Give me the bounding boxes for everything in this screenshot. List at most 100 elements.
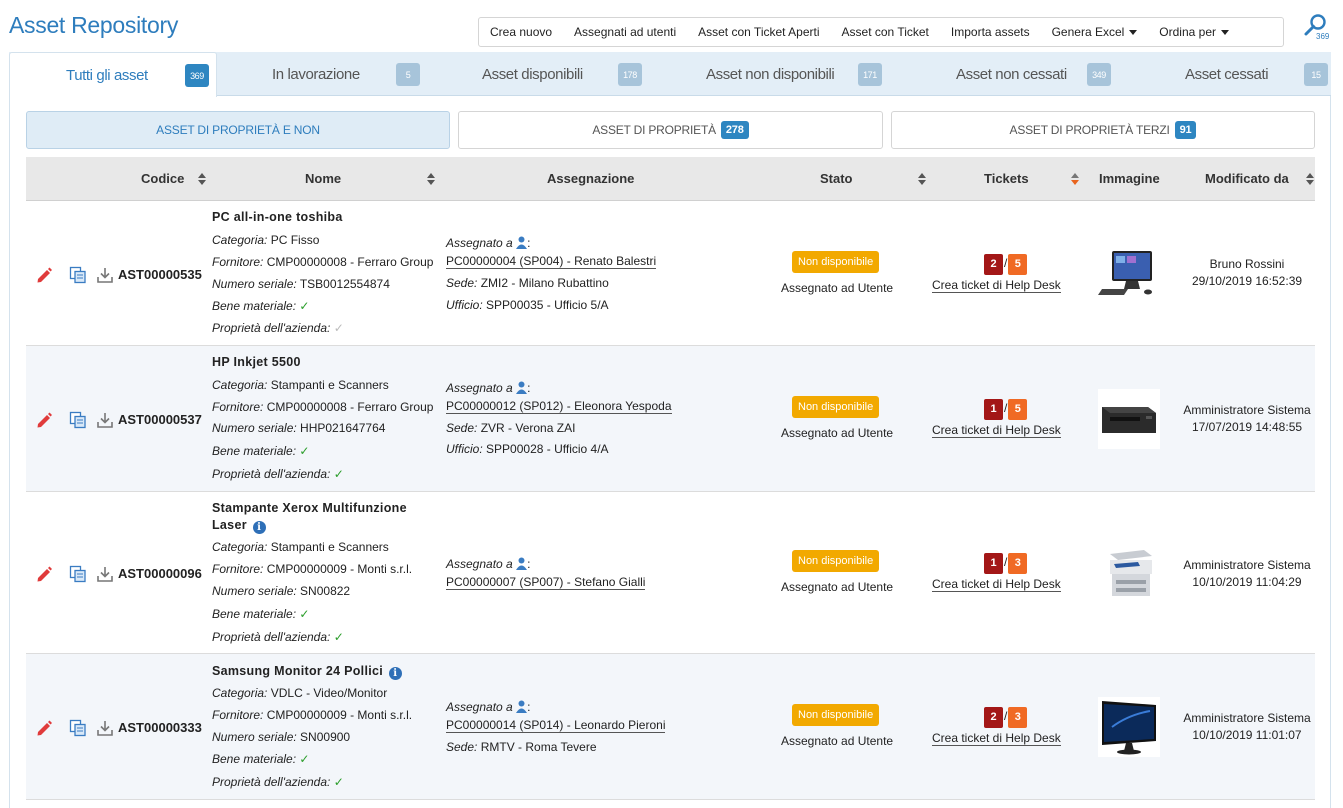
pencil-icon[interactable] bbox=[35, 411, 53, 429]
total-tickets-count: 5 bbox=[1008, 399, 1028, 420]
assignee-link[interactable]: PC00000012 (SP012) - Eleonora Yespoda bbox=[446, 399, 672, 414]
status-text: Assegnato ad Utente bbox=[781, 426, 894, 440]
column-header-modified-by[interactable]: Modificato da bbox=[1205, 171, 1289, 186]
order-by-label: Ordina per bbox=[1159, 25, 1216, 39]
asset-name[interactable]: Stampante Xerox Multifunzione bbox=[212, 500, 407, 517]
filter-count-badge: 91 bbox=[1174, 121, 1197, 139]
asset-name-cont[interactable]: Laser i bbox=[212, 517, 266, 534]
ticket-counts[interactable]: 1/3 bbox=[984, 553, 1028, 574]
column-header-status[interactable]: Stato bbox=[820, 171, 853, 186]
copy-icon[interactable] bbox=[69, 719, 87, 737]
material-label: Bene materiale: bbox=[212, 607, 297, 621]
asset-code[interactable]: AST00000535 bbox=[118, 267, 202, 282]
check-icon: ✓ bbox=[299, 444, 310, 458]
tab-count-badge: 178 bbox=[618, 63, 642, 86]
generate-excel-dropdown[interactable]: Genera Excel bbox=[1041, 18, 1149, 46]
tab-decommissioned[interactable]: Asset cessati 15 bbox=[1119, 52, 1331, 96]
assignee-link[interactable]: PC00000007 (SP007) - Stefano Gialli bbox=[446, 575, 646, 590]
ticket-counts[interactable]: 1/5 bbox=[984, 399, 1028, 420]
modified-by: Amministratore Sistema bbox=[1183, 403, 1311, 417]
slash: / bbox=[1004, 256, 1008, 270]
assignee-link[interactable]: PC00000004 (SP004) - Renato Balestri bbox=[446, 254, 657, 269]
check-icon: ✓ bbox=[333, 467, 344, 481]
tab-label: In lavorazione bbox=[272, 66, 360, 83]
new-asset-button[interactable]: Crea nuovo bbox=[479, 18, 563, 46]
multifunction-printer-image[interactable] bbox=[1098, 544, 1160, 604]
create-ticket-link[interactable]: Crea ticket di Help Desk bbox=[932, 278, 1061, 293]
material-label: Bene materiale: bbox=[212, 299, 297, 313]
all-in-one-pc-image[interactable] bbox=[1098, 245, 1160, 305]
open-tickets-count: 2 bbox=[984, 707, 1003, 728]
serial-label: Numero seriale: bbox=[212, 421, 297, 435]
download-icon[interactable] bbox=[96, 266, 114, 284]
category-label: Categoria: bbox=[212, 233, 268, 247]
column-header-code[interactable]: Codice bbox=[141, 171, 184, 186]
asset-name[interactable]: PC all-in-one toshiba bbox=[212, 209, 343, 226]
sort-icon[interactable] bbox=[198, 173, 206, 185]
office-label: Ufficio: bbox=[446, 298, 483, 312]
site-value: ZVR - Verona ZAI bbox=[480, 421, 576, 435]
user-icon bbox=[516, 557, 528, 570]
inkjet-printer-image[interactable] bbox=[1098, 389, 1160, 449]
asset-code[interactable]: AST00000333 bbox=[118, 720, 202, 735]
tab-all-assets[interactable]: Tutti gli asset 369 bbox=[9, 52, 217, 97]
copy-icon[interactable] bbox=[69, 266, 87, 284]
info-icon[interactable]: i bbox=[388, 667, 402, 680]
sort-icon[interactable] bbox=[1306, 173, 1314, 185]
create-ticket-link[interactable]: Crea ticket di Help Desk bbox=[932, 577, 1061, 592]
download-icon[interactable] bbox=[96, 565, 114, 583]
tab-count-badge: 15 bbox=[1304, 63, 1328, 86]
ticket-counts[interactable]: 2/5 bbox=[984, 254, 1028, 275]
asset-code[interactable]: AST00000537 bbox=[118, 412, 202, 427]
column-header-assignment: Assegnazione bbox=[547, 171, 635, 186]
office-value: SPP00028 - Ufficio 4/A bbox=[486, 442, 609, 456]
asset-name: Samsung Monitor 24 Pollici bbox=[212, 664, 384, 678]
asset-code[interactable]: AST00000096 bbox=[118, 566, 202, 581]
ticket-counts[interactable]: 2/3 bbox=[984, 707, 1028, 728]
category-label: Categoria: bbox=[212, 540, 268, 554]
property-label: Proprietà dell'azienda: bbox=[212, 321, 331, 335]
sort-desc-icon[interactable] bbox=[1071, 173, 1079, 185]
info-icon[interactable]: i bbox=[252, 521, 266, 534]
tab-in-progress[interactable]: In lavorazione 5 bbox=[219, 52, 429, 96]
copy-icon[interactable] bbox=[69, 411, 87, 429]
download-icon[interactable] bbox=[96, 719, 114, 737]
asset-name[interactable]: HP Inkjet 5500 bbox=[212, 354, 301, 371]
monitor-image[interactable] bbox=[1098, 697, 1160, 757]
sort-icon[interactable] bbox=[918, 173, 926, 185]
sort-icon[interactable] bbox=[427, 173, 435, 185]
status-badge: Non disponibile bbox=[792, 396, 880, 418]
filter-third-party[interactable]: ASSET DI PROPRIETÀ TERZI 91 bbox=[891, 111, 1315, 149]
tab-not-decommissioned[interactable]: Asset non cessati 349 bbox=[897, 52, 1117, 96]
colon: : bbox=[527, 381, 531, 395]
assignee-link[interactable]: PC00000014 (SP014) - Leonardo Pieroni bbox=[446, 718, 666, 733]
tab-available[interactable]: Asset disponibili 178 bbox=[431, 52, 651, 96]
filter-owned[interactable]: ASSET DI PROPRIETÀ 278 bbox=[458, 111, 883, 149]
create-ticket-link[interactable]: Crea ticket di Help Desk bbox=[932, 731, 1061, 746]
toolbar: Crea nuovo Assegnati ad utenti Asset con… bbox=[478, 17, 1284, 47]
filter-all-ownership[interactable]: ASSET DI PROPRIETÀ E NON bbox=[26, 111, 450, 149]
pencil-icon[interactable] bbox=[35, 719, 53, 737]
modified-at: 17/07/2019 14:48:55 bbox=[1191, 420, 1303, 434]
tab-unavailable[interactable]: Asset non disponibili 171 bbox=[653, 52, 895, 96]
supplier-value: CMP00000008 - Ferraro Group bbox=[266, 255, 434, 269]
site-label: Sede: bbox=[446, 421, 478, 435]
material-label: Bene materiale: bbox=[212, 444, 297, 458]
import-assets-button[interactable]: Importa assets bbox=[940, 18, 1041, 46]
create-ticket-link[interactable]: Crea ticket di Help Desk bbox=[932, 423, 1061, 438]
assigned-to-users-button[interactable]: Assegnati ad utenti bbox=[563, 18, 687, 46]
with-tickets-button[interactable]: Asset con Ticket bbox=[831, 18, 940, 46]
order-by-dropdown[interactable]: Ordina per bbox=[1148, 18, 1240, 46]
supplier-value: CMP00000009 - Monti s.r.l. bbox=[266, 708, 413, 722]
modified-by: Bruno Rossini bbox=[1209, 257, 1285, 271]
column-header-name[interactable]: Nome bbox=[305, 171, 341, 186]
column-header-tickets[interactable]: Tickets bbox=[984, 171, 1029, 186]
download-icon[interactable] bbox=[96, 411, 114, 429]
pencil-icon[interactable] bbox=[35, 266, 53, 284]
serial-value: TSB0012554874 bbox=[299, 277, 390, 291]
status-badge: Non disponibile bbox=[792, 251, 880, 273]
copy-icon[interactable] bbox=[69, 565, 87, 583]
pencil-icon[interactable] bbox=[35, 565, 53, 583]
open-tickets-button[interactable]: Asset con Ticket Aperti bbox=[687, 18, 830, 46]
asset-name-wrap[interactable]: Samsung Monitor 24 Pollici i bbox=[212, 663, 402, 680]
